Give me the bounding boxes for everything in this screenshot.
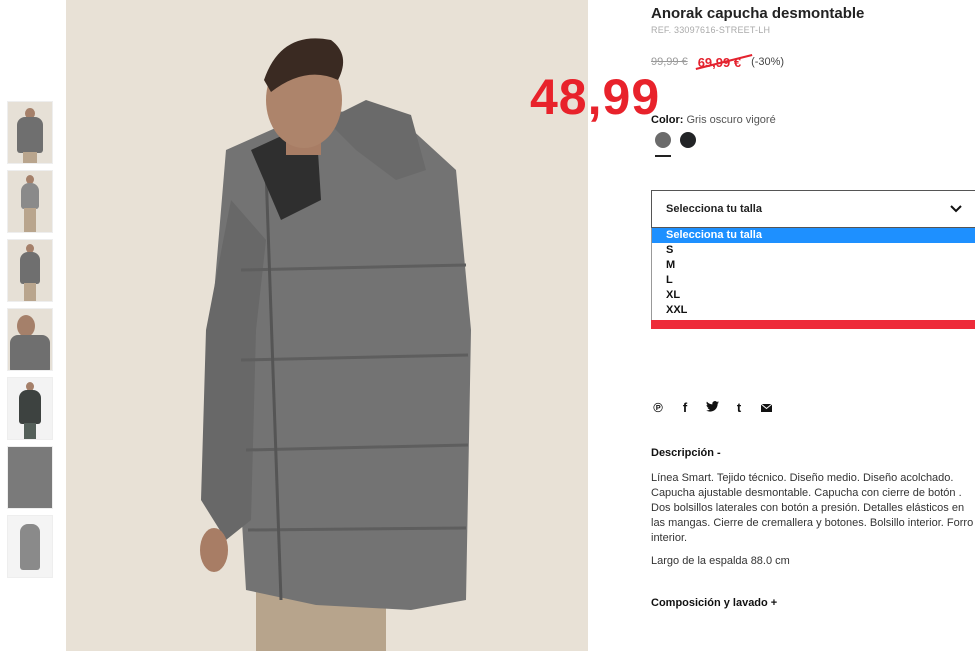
add-to-bag-bar[interactable] — [651, 320, 975, 329]
description-text: Línea Smart. Tejido técnico. Diseño medi… — [651, 472, 974, 544]
composition-toggle[interactable]: Composición y lavado + — [651, 597, 777, 609]
size-dropdown-list: Selecciona tu talla S M L XL XXL — [651, 228, 975, 321]
thumbnail-gallery — [7, 101, 53, 584]
color-row: Color: Gris oscuro vigoré — [651, 114, 776, 126]
size-option-s[interactable]: S — [652, 243, 975, 258]
size-option-l[interactable]: L — [652, 273, 975, 288]
product-reference: REF. 33097616-STREET-LH — [651, 25, 771, 35]
color-swatch-black[interactable] — [680, 132, 696, 148]
thumbnail-1[interactable] — [7, 101, 53, 164]
price-row: 99,99 € 69,99 € (-30%) — [651, 53, 785, 70]
thumbnail-4[interactable] — [7, 308, 53, 371]
thumbnail-3[interactable] — [7, 239, 53, 302]
size-select-value: Selecciona tu talla — [666, 203, 762, 215]
thumbnail-7[interactable] — [7, 515, 53, 578]
size-select[interactable]: Selecciona tu talla — [651, 190, 975, 228]
share-icons: ℗ f t — [651, 400, 773, 415]
size-option-m[interactable]: M — [652, 258, 975, 273]
discount-badge: (-30%) — [751, 56, 785, 68]
color-value: Gris oscuro vigoré — [686, 114, 776, 126]
selected-swatch-indicator — [655, 155, 671, 157]
mail-icon[interactable] — [759, 400, 773, 415]
size-option-xxl[interactable]: XXL — [652, 303, 975, 318]
thumbnail-2[interactable] — [7, 170, 53, 233]
pinterest-icon[interactable]: ℗ — [651, 400, 665, 415]
original-price: 99,99 € — [651, 56, 688, 68]
description-toggle[interactable]: Descripción - — [651, 447, 721, 459]
thumbnail-5[interactable] — [7, 377, 53, 440]
size-option-xl[interactable]: XL — [652, 288, 975, 303]
facebook-icon[interactable]: f — [678, 400, 692, 415]
twitter-icon[interactable] — [705, 400, 719, 415]
color-label: Color: — [651, 114, 684, 126]
product-main-image[interactable] — [66, 0, 588, 651]
color-swatch-grey[interactable] — [655, 132, 671, 148]
back-length: Largo de la espalda 88.0 cm — [651, 555, 790, 567]
thumbnail-6[interactable] — [7, 446, 53, 509]
sale-price: 69,99 € — [695, 53, 753, 70]
tumblr-icon[interactable]: t — [732, 400, 746, 415]
product-title: Anorak capucha desmontable — [651, 5, 865, 22]
size-option-placeholder[interactable]: Selecciona tu talla — [652, 228, 975, 243]
chevron-down-icon — [950, 205, 962, 213]
annotated-new-price: 48,99 — [530, 69, 661, 125]
